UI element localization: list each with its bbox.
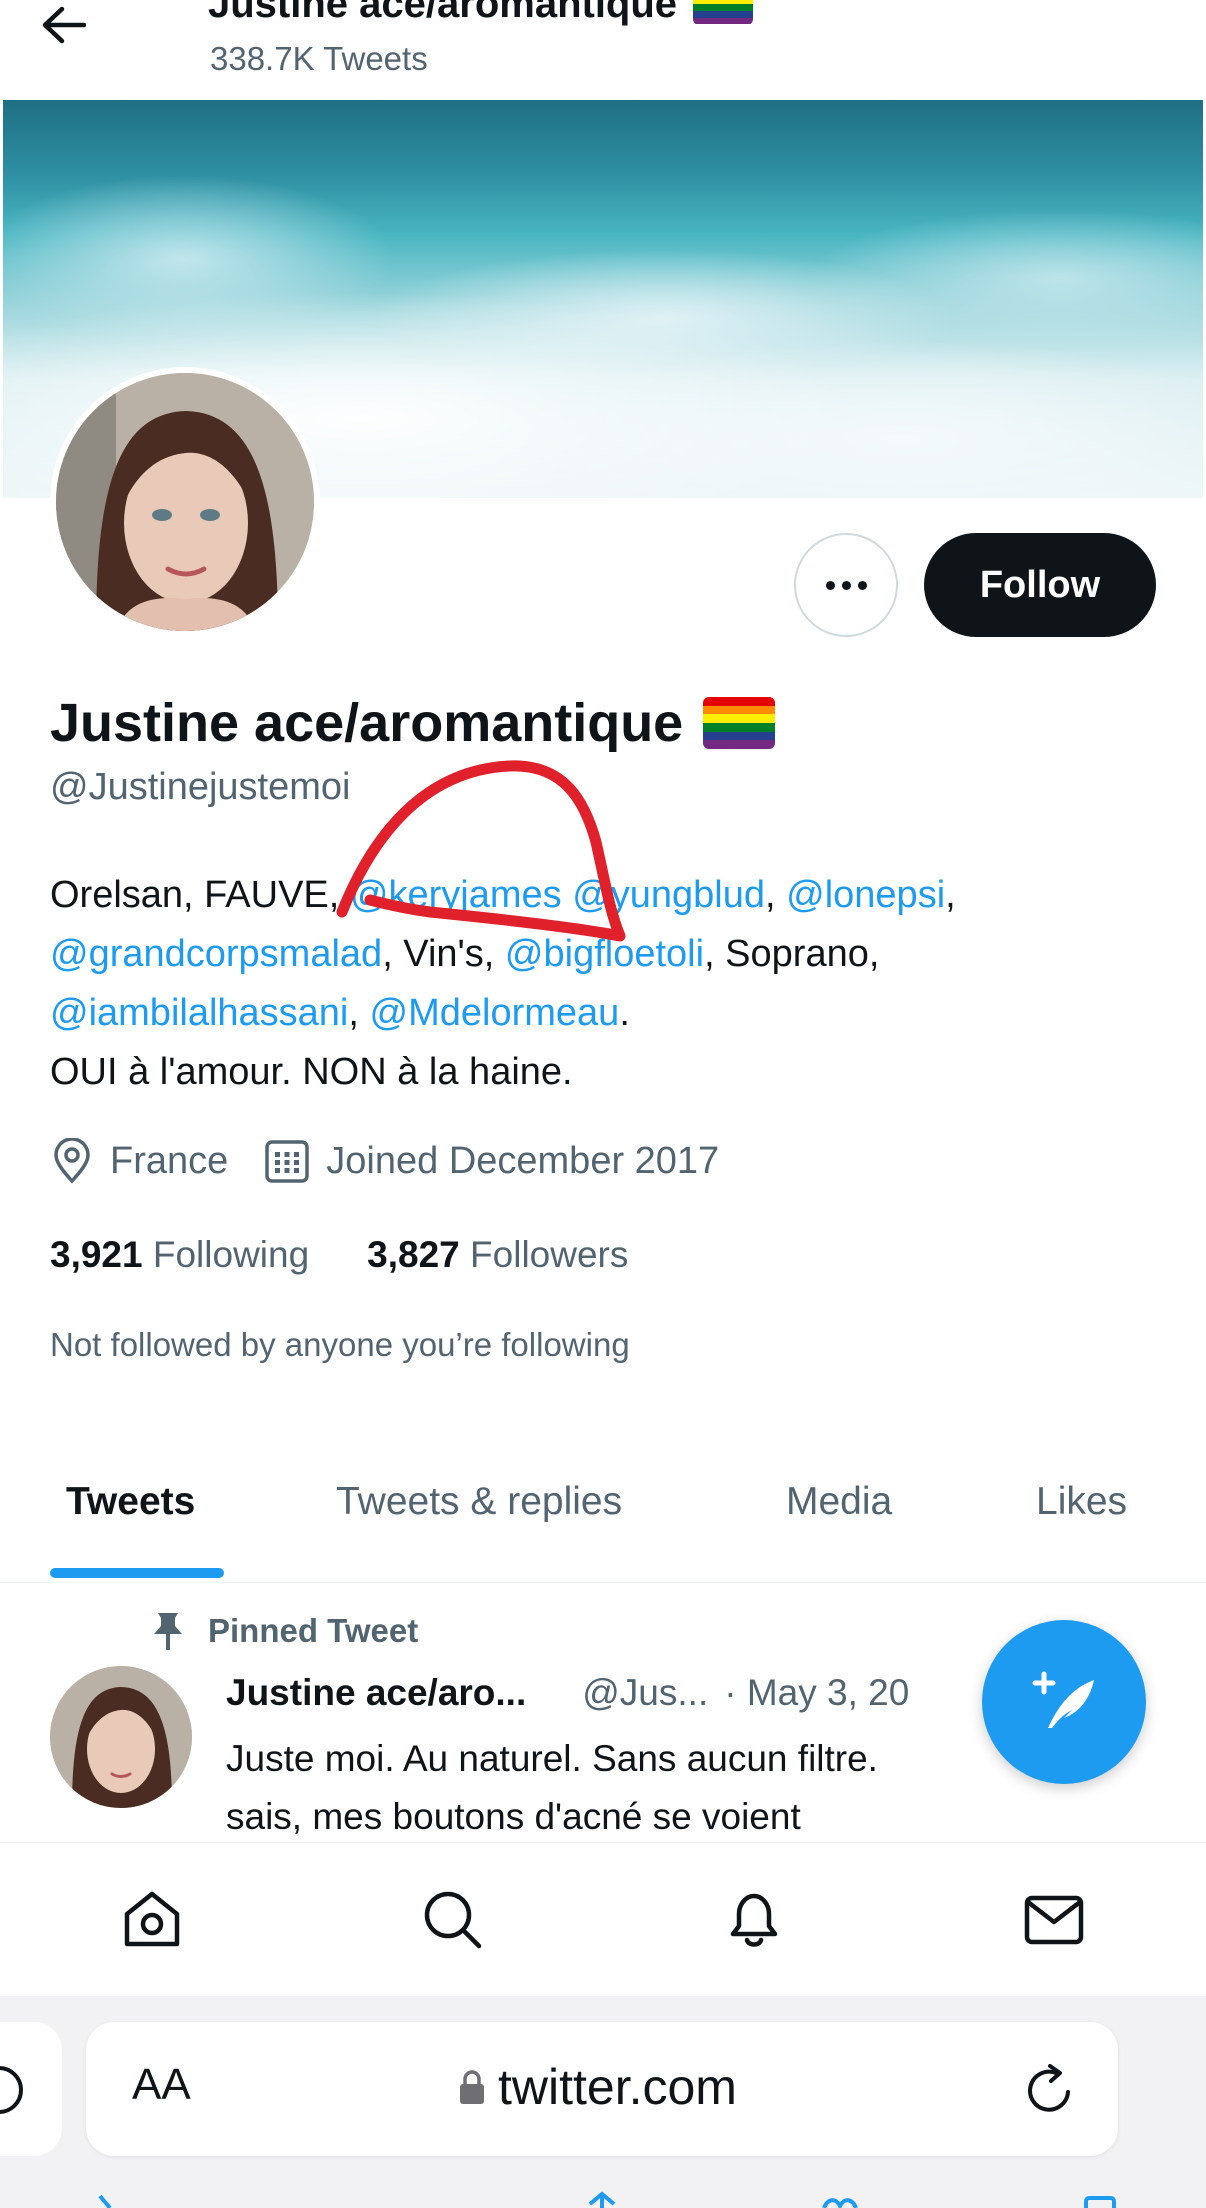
- header-name: Justine ace/aromantique: [208, 0, 678, 26]
- more-dot-icon: [841, 580, 851, 590]
- mention-link[interactable]: @yungblud: [572, 874, 765, 916]
- mention-link[interactable]: @Mdelormeau: [370, 992, 620, 1034]
- pinned-text: Pinned Tweet: [208, 1612, 419, 1649]
- feather-plus-icon: [1032, 1671, 1094, 1728]
- tab-tweets-replies[interactable]: Tweets & replies: [336, 1480, 622, 1524]
- rainbow-flag-icon: [693, 0, 754, 25]
- location: France: [50, 1138, 228, 1184]
- header-title: Justine ace/aromantique: [208, 0, 754, 27]
- profile-meta: France Joined December 2017: [50, 1138, 755, 1184]
- followers-link[interactable]: 3,827 Followers: [367, 1234, 628, 1276]
- display-name: Justine ace/aromantique: [50, 693, 684, 753]
- bio-text: ,: [945, 874, 956, 916]
- following-count: 3,921: [50, 1234, 143, 1275]
- bio-line-3: @iambilalhassani, @Mdelormeau.: [50, 984, 1160, 1043]
- following-label: Following: [152, 1234, 310, 1275]
- profile-avatar[interactable]: [50, 367, 320, 637]
- url-display[interactable]: twitter.com: [458, 2058, 737, 2116]
- nav-messages[interactable]: [1019, 1884, 1089, 1954]
- bio-line-4: OUI à l'amour. NON à la haine.: [50, 1051, 573, 1093]
- home-icon: [124, 1891, 180, 1947]
- mention-link[interactable]: @grandcorpsmalad: [50, 933, 382, 975]
- followers-count: 3,827: [367, 1234, 460, 1275]
- bio-line-1: Orelsan, FAUVE, @keryjames @yungblud, @l…: [50, 866, 1160, 925]
- arrow-left-icon: [42, 6, 86, 44]
- reload-icon: [0, 2066, 23, 2114]
- compose-tweet-button[interactable]: [982, 1620, 1146, 1784]
- bio-line-2: @grandcorpsmalad, Vin's, @bigfloetoli, S…: [50, 925, 1160, 984]
- lock-icon: [460, 2070, 484, 2104]
- active-tab-indicator: [50, 1568, 224, 1578]
- header-tweet-count: 338.7K Tweets: [210, 40, 428, 77]
- tab-likes[interactable]: Likes: [1036, 1480, 1127, 1524]
- tweet-author-avatar[interactable]: [50, 1666, 192, 1808]
- text-size-label: AA: [132, 2060, 191, 2109]
- join-date-text: Joined December 2017: [326, 1139, 720, 1182]
- profile-handle: @Justinejustemoi: [50, 766, 351, 808]
- bio-text: .: [619, 992, 630, 1034]
- location-pin-icon: [54, 1138, 90, 1184]
- bio-text: [562, 874, 573, 916]
- follow-stats: 3,921 Following 3,827 Followers: [50, 1234, 628, 1276]
- tweet-text-line: sais, mes boutons d'acné se voient: [226, 1796, 801, 1837]
- more-dot-icon: [857, 580, 867, 590]
- bio-text: ,: [765, 874, 787, 916]
- tweet-header: Justine ace/aro... @Jus... · May 3, 20: [226, 1672, 909, 1714]
- mention-link[interactable]: @iambilalhassani: [50, 992, 348, 1034]
- back-nav-icon[interactable]: [80, 2190, 120, 2208]
- mention-link[interactable]: @bigfloetoli: [505, 933, 704, 975]
- pinned-label: Pinned Tweet: [150, 1610, 418, 1652]
- bio-text: , Soprano,: [704, 933, 880, 975]
- back-button[interactable]: [40, 0, 110, 50]
- mail-icon: [1024, 1895, 1084, 1945]
- nav-notifications[interactable]: [719, 1884, 789, 1954]
- bookmarks-icon[interactable]: [820, 2190, 860, 2208]
- mention-link[interactable]: @lonepsi: [786, 874, 945, 916]
- tweet-date[interactable]: · May 3, 20: [724, 1672, 909, 1714]
- tab-media[interactable]: Media: [786, 1480, 892, 1524]
- nav-home[interactable]: [117, 1884, 187, 1954]
- divider: [0, 1582, 1206, 1583]
- share-icon[interactable]: [582, 2190, 622, 2208]
- url-text: twitter.com: [498, 2059, 737, 2115]
- join-date: Joined December 2017: [264, 1138, 719, 1184]
- followers-label: Followers: [470, 1234, 629, 1275]
- tweet-author-name[interactable]: Justine ace/aro...: [226, 1672, 526, 1714]
- more-options-button[interactable]: [794, 533, 898, 637]
- bell-icon: [730, 1893, 778, 1947]
- text-size-button[interactable]: AA: [132, 2060, 191, 2110]
- bio-text: ,: [348, 992, 370, 1034]
- profile-bio: Orelsan, FAUVE, @keryjames @yungblud, @l…: [50, 866, 1160, 1102]
- pin-icon: [154, 1613, 182, 1650]
- calendar-icon: [265, 1140, 310, 1183]
- tab-tweets[interactable]: Tweets: [66, 1480, 195, 1524]
- reload-icon[interactable]: [1020, 2060, 1080, 2120]
- tabs-icon[interactable]: [1080, 2190, 1120, 2208]
- profile-name: Justine ace/aromantique: [50, 692, 776, 754]
- nav-search[interactable]: [417, 1884, 487, 1954]
- mention-link[interactable]: @keryjames: [350, 874, 562, 916]
- tweet-author-handle[interactable]: @Jus...: [582, 1672, 708, 1714]
- bio-text: , Vin's,: [382, 933, 505, 975]
- more-dot-icon: [825, 580, 835, 590]
- location-text: France: [110, 1139, 229, 1182]
- follow-button[interactable]: Follow: [924, 533, 1156, 637]
- rainbow-flag-icon: [703, 697, 776, 749]
- following-link[interactable]: 3,921 Following: [50, 1234, 309, 1276]
- bio-text: Orelsan, FAUVE,: [50, 874, 350, 916]
- not-followed-notice: Not followed by anyone you’re following: [50, 1326, 630, 1363]
- search-icon: [424, 1891, 482, 1949]
